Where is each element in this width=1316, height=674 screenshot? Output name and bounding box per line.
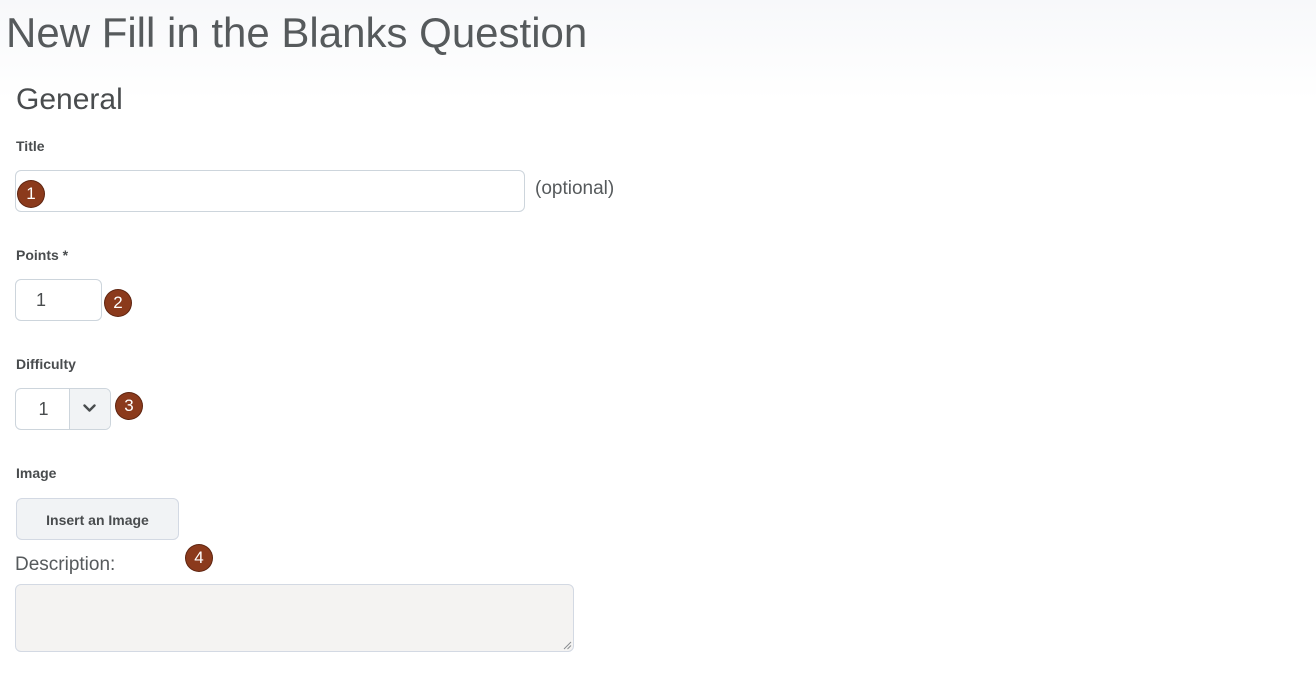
chevron-down-icon	[83, 404, 96, 412]
image-label: Image	[16, 465, 57, 481]
annotation-marker-1: 1	[18, 181, 44, 207]
points-label: Points *	[16, 247, 69, 263]
question-editor-page: New Fill in the Blanks Question General …	[0, 0, 1316, 674]
difficulty-selected-value: 1	[38, 399, 49, 419]
annotation-marker-3: 3	[116, 393, 142, 419]
annotation-marker-4: 4	[186, 545, 212, 571]
page-title: New Fill in the Blanks Question	[6, 9, 588, 56]
insert-image-button[interactable]: Insert an Image	[16, 498, 179, 540]
title-input[interactable]	[15, 170, 525, 212]
annotation-marker-2: 2	[105, 290, 131, 316]
points-input[interactable]	[15, 279, 102, 321]
title-label: Title	[16, 138, 45, 154]
difficulty-label: Difficulty	[16, 356, 76, 372]
description-textarea[interactable]	[15, 584, 574, 652]
title-optional-hint: (optional)	[535, 178, 615, 199]
section-heading-general: General	[16, 83, 123, 116]
description-label: Description:	[15, 554, 116, 575]
difficulty-dropdown-toggle[interactable]	[69, 389, 110, 429]
resize-grip-icon[interactable]	[562, 640, 572, 650]
difficulty-select[interactable]: 1	[15, 388, 111, 430]
